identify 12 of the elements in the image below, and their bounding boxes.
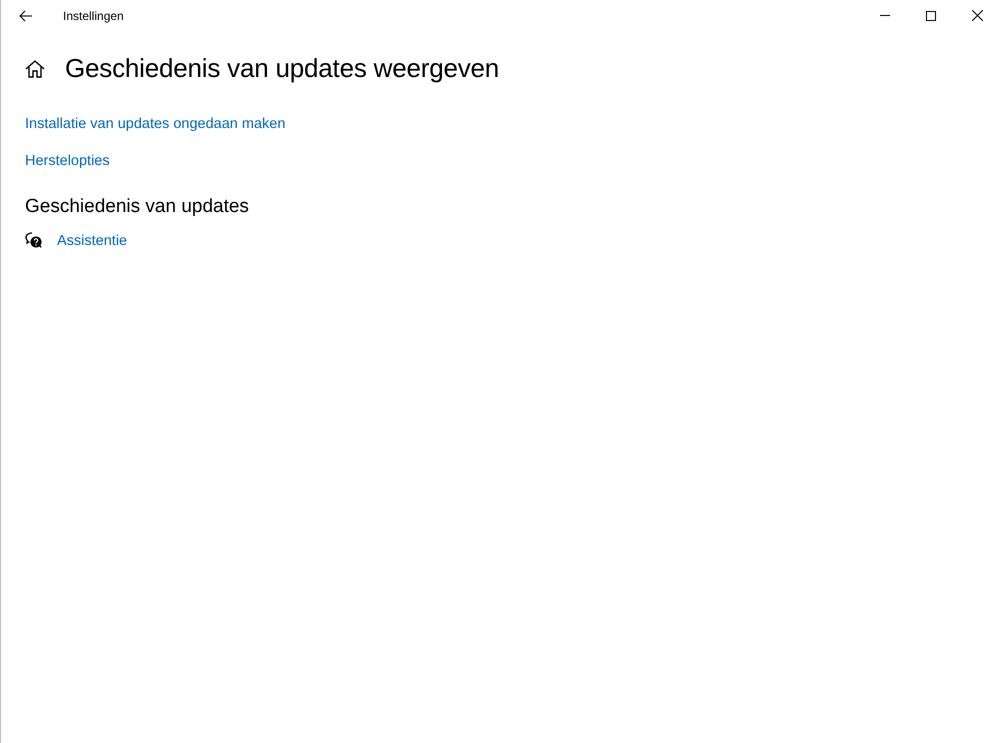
settings-link[interactable]: Installatie van updates ongedaan maken — [25, 116, 286, 132]
back-icon — [19, 10, 33, 22]
chat-help-icon — [25, 232, 43, 249]
close-icon — [972, 10, 982, 21]
settings-link[interactable]: Herstelopties — [25, 153, 110, 169]
minimize-icon — [880, 15, 890, 16]
maximize-icon — [926, 10, 936, 20]
home-icon[interactable] — [25, 60, 45, 78]
help-link[interactable]: Assistentie — [57, 232, 128, 248]
page-title: Geschiedenis van updates weergeven — [65, 53, 500, 84]
window-title: Instellingen — [63, 8, 125, 22]
section-title: Geschiedenis van updates — [25, 196, 250, 218]
